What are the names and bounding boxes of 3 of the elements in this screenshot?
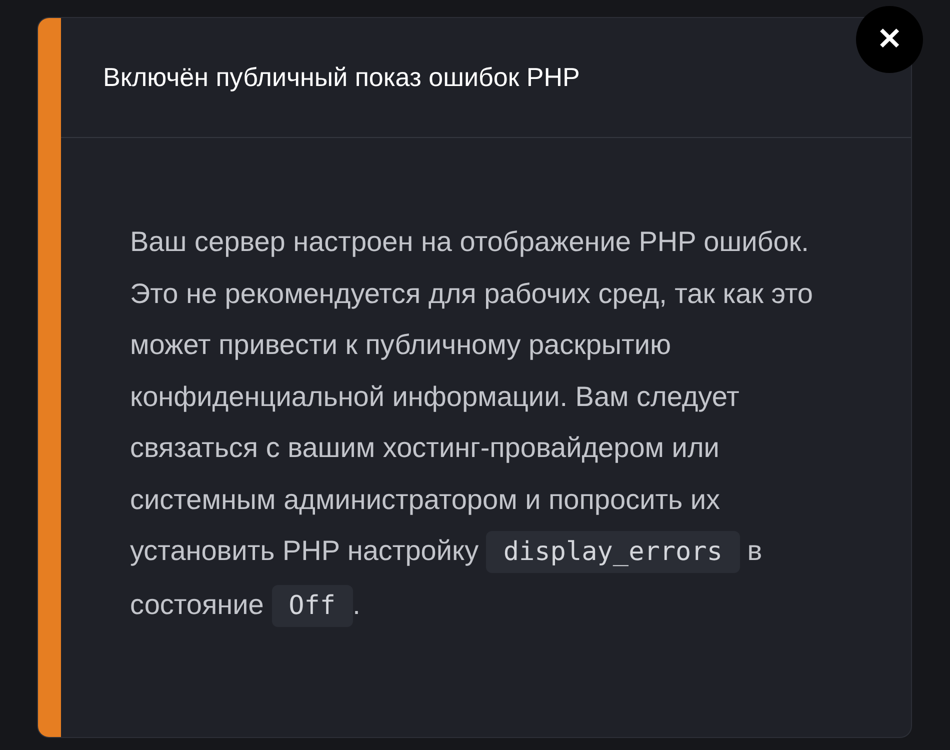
notice-message: Ваш сервер настроен на отображение PHP ошибок. Это не рекомендуется для рабочих сред, так как это может привести к публичному раскрытию конфиденциальной информации. Вам следует связаться с вашим хостинг-провайдером или системным администратором и попросить их установить PHP настройку display_errors в состояние Off . <box>61 138 911 632</box>
close-button[interactable]: ✕ <box>856 6 923 73</box>
notice-title: Включён публичный показ ошибок PHP <box>103 61 580 94</box>
